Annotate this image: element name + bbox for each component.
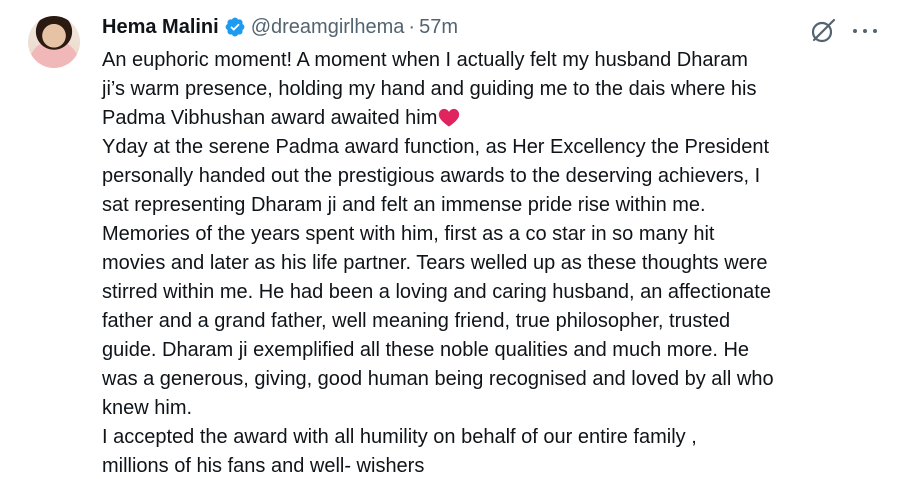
tweet-line: An euphoric moment! A moment when I actu…	[102, 49, 748, 71]
tweet-line: Yday at the serene Padma award function,…	[102, 136, 770, 158]
tweet-line: personally handed out the prestigious aw…	[102, 165, 761, 187]
tweet-line: stirred within me. He had been a loving …	[102, 281, 771, 303]
more-options-icon[interactable]	[849, 20, 881, 42]
tweet-header: Hema Malini @dreamgirlhema · 57m	[102, 12, 458, 42]
author-name[interactable]: Hema Malini	[102, 16, 219, 39]
tweet-line: guide. Dharam ji exemplified all these n…	[102, 339, 750, 361]
tweet-line: Memories of the years spent with him, fi…	[102, 223, 715, 245]
tweet-card[interactable]: Hema Malini @dreamgirlhema · 57m An euph…	[0, 0, 898, 479]
tweet-line-with-emoji: Padma Vibhushan award awaited him	[102, 104, 892, 133]
tweet-line: knew him.	[102, 397, 193, 419]
avatar[interactable]	[28, 16, 80, 68]
author-handle[interactable]: @dreamgirlhema	[251, 16, 405, 39]
tweet-line: father and a grand father, well meaning …	[102, 310, 731, 332]
separator-dot: ·	[408, 15, 416, 38]
tweet-line: was a generous, giving, good human being…	[102, 368, 774, 390]
tweet-line: ji’s warm presence, holding my hand and …	[102, 78, 757, 100]
grok-icon[interactable]	[809, 17, 837, 45]
tweet-line: sat representing Dharam ji and felt an i…	[102, 194, 706, 216]
tweet-text: An euphoric moment! A moment when I actu…	[102, 46, 892, 479]
timestamp[interactable]: 57m	[419, 16, 458, 39]
verified-badge-icon	[225, 17, 245, 37]
tweet-line: I accepted the award with all humility o…	[102, 426, 697, 448]
red-heart-emoji	[439, 108, 460, 127]
tweet-line: millions of his fans and well- wishers	[102, 455, 425, 477]
tweet-line: movies and later as his life partner. Te…	[102, 252, 768, 274]
tweet-line: Padma Vibhushan award awaited him	[102, 107, 438, 129]
